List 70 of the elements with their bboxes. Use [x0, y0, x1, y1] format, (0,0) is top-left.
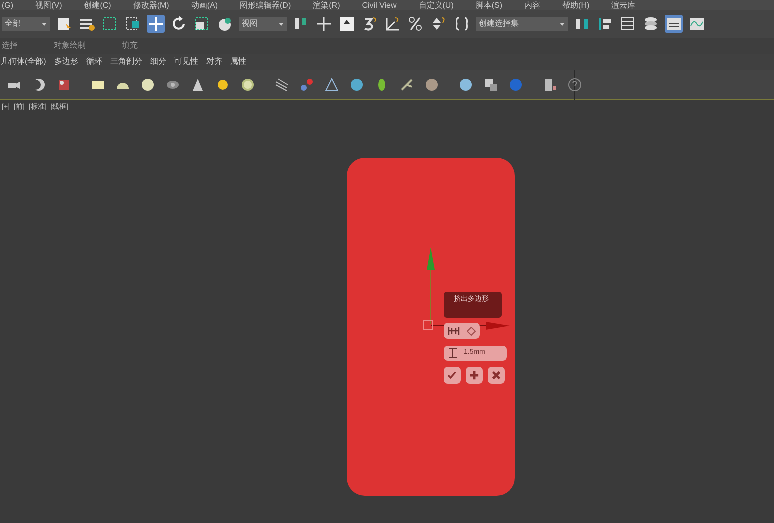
ribbon-tab[interactable]: 属性	[230, 56, 246, 68]
ribbon-panel-tab[interactable]: 填充	[122, 40, 138, 52]
menu-item[interactable]: 渲云库	[612, 1, 636, 10]
cancel-button[interactable]	[488, 367, 505, 384]
proxy-icon[interactable]	[324, 76, 340, 92]
menu-item[interactable]: 帮助(H)	[562, 1, 590, 10]
crosshair-icon[interactable]	[315, 15, 333, 33]
menu-item[interactable]: 自定义(U)	[418, 1, 454, 10]
ribbon-tab[interactable]: 循环	[86, 56, 102, 68]
sphere-light-icon[interactable]	[140, 76, 156, 92]
help-icon[interactable]	[567, 76, 583, 92]
check-icon	[446, 369, 459, 382]
menu-item[interactable]: 动画(A)	[191, 1, 218, 10]
molecule-icon[interactable]	[299, 76, 315, 92]
menu-item[interactable]: 修改器(M)	[133, 1, 170, 10]
render-setup-icon[interactable]	[483, 76, 499, 92]
up-arrow-box-icon[interactable]	[338, 15, 356, 33]
dropdown[interactable]: 创建选择集	[476, 17, 568, 31]
menu-item[interactable]: 创建(C)	[84, 1, 112, 10]
angle-snap-icon[interactable]	[384, 15, 402, 33]
caret-icon	[279, 22, 284, 26]
ribbon-tab[interactable]: 可见性	[174, 56, 198, 68]
move-icon[interactable]	[147, 15, 165, 33]
material-sphere-icon[interactable]	[458, 76, 474, 92]
menu-item[interactable]: 图形编辑器(D)	[240, 1, 292, 10]
region-select-icon[interactable]	[101, 15, 119, 33]
sky-light-icon[interactable]	[240, 76, 256, 92]
braces-icon[interactable]	[453, 15, 471, 33]
menu-item[interactable]: 渲染(R)	[313, 1, 340, 10]
ribbon-tab[interactable]: 三角剖分	[110, 56, 142, 68]
dropdown[interactable]: 视图	[239, 17, 287, 31]
layer-list-icon[interactable]	[619, 15, 637, 33]
placement-icon[interactable]	[216, 15, 234, 33]
percent-snap-icon[interactable]	[407, 15, 425, 33]
rock-icon[interactable]	[424, 76, 440, 92]
frame-buffer-icon[interactable]	[542, 76, 558, 92]
ribbon-toggle-icon[interactable]	[665, 15, 683, 33]
diamond-icon	[467, 326, 476, 336]
select-object-icon[interactable]	[55, 15, 73, 33]
caret-icon	[560, 22, 565, 26]
ribbon-tab[interactable]: 几何体(全部)	[1, 56, 46, 68]
rotate-icon[interactable]	[170, 15, 188, 33]
moon-icon[interactable]	[31, 76, 47, 92]
ok-button[interactable]	[444, 367, 461, 384]
apply-button[interactable]	[466, 367, 483, 384]
ribbon-panel-tab[interactable]: 对象绘制	[54, 40, 86, 52]
menu-item[interactable]: Civil View	[362, 1, 397, 10]
menu-item[interactable]: (G)	[2, 1, 14, 10]
globe-icon[interactable]	[349, 76, 365, 92]
ribbon-tab[interactable]: 多边形	[54, 56, 78, 68]
curve-editor-icon[interactable]	[688, 15, 706, 33]
bridge-icon	[448, 326, 460, 336]
ribbon-panel-tab[interactable]: 选择	[2, 40, 18, 52]
scale-icon[interactable]	[193, 15, 211, 33]
ribbon-tab[interactable]: 对齐	[206, 56, 222, 68]
cone-light-icon[interactable]	[190, 76, 206, 92]
height-icon	[448, 348, 458, 359]
caret-icon	[42, 22, 47, 26]
extrude-type-button[interactable]	[444, 323, 480, 339]
dropdown[interactable]: 全部	[2, 17, 50, 31]
menu-item[interactable]: 脚本(S)	[476, 1, 503, 10]
ribbon-tab[interactable]: 细分	[150, 56, 166, 68]
plus-icon	[468, 369, 481, 382]
menu-item[interactable]: 视图(V)	[36, 1, 62, 10]
hair-icon[interactable]	[274, 76, 290, 92]
align-icon[interactable]	[596, 15, 614, 33]
menu-item[interactable]: 内容	[524, 1, 541, 10]
layer-stack-icon[interactable]	[642, 15, 660, 33]
close-icon	[490, 369, 503, 382]
window-crossing-icon[interactable]	[124, 15, 142, 33]
